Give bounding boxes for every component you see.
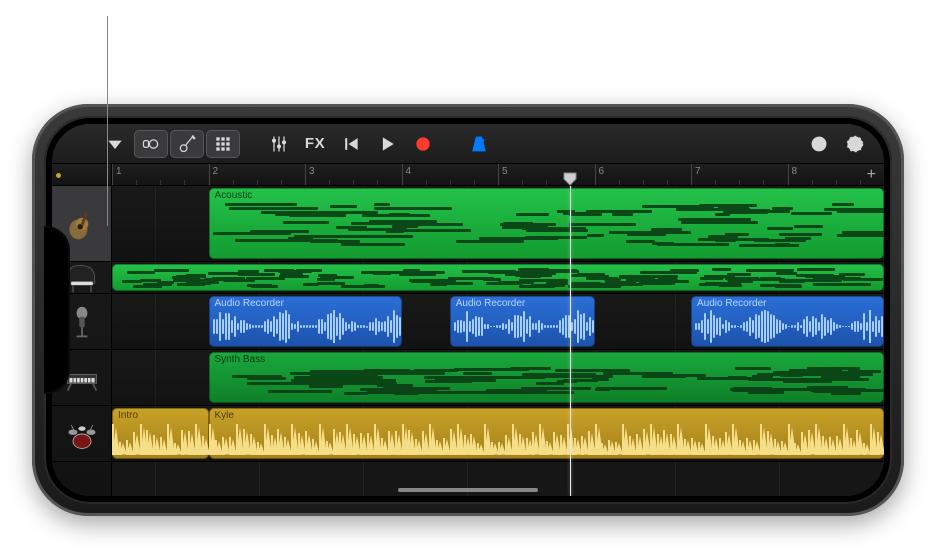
track-lane-grand-piano[interactable] — [112, 262, 884, 294]
callout-line — [107, 16, 108, 226]
metronome-button[interactable] — [462, 130, 496, 158]
track-lane-drum-kit[interactable]: Intro Kyle — [112, 406, 884, 462]
region-label: Audio Recorder — [456, 298, 595, 309]
ruler-bar-7: 7 — [691, 164, 701, 185]
fx-label: FX — [305, 135, 325, 152]
region[interactable]: Synth Bass — [209, 352, 885, 403]
region-label: Synth Bass — [215, 354, 885, 365]
browser-button[interactable] — [134, 130, 168, 158]
region[interactable]: Audio Recorder — [209, 296, 402, 347]
track-header-drum-kit[interactable] — [52, 406, 111, 462]
device-notch — [44, 228, 68, 392]
region[interactable] — [112, 264, 884, 291]
track-controls-button[interactable] — [262, 130, 296, 158]
app-screen: FX — [52, 124, 884, 496]
region-label: Intro — [118, 410, 209, 421]
home-indicator[interactable] — [398, 488, 538, 492]
region[interactable]: Kyle — [209, 408, 885, 459]
control-bar: FX — [52, 124, 884, 164]
ruler-bar-6: 6 — [595, 164, 605, 185]
acoustic-guitar-icon — [64, 206, 100, 242]
ruler[interactable]: + 1 2 3 4 5 6 7 8 — [52, 164, 884, 186]
playhead-handle[interactable] — [563, 172, 577, 186]
region-label: Audio Recorder — [215, 298, 402, 309]
ruler-bar-2: 2 — [209, 164, 219, 185]
ruler-bar-5: 5 — [498, 164, 508, 185]
ruler-bar-4: 4 — [402, 164, 412, 185]
tracks-view-button[interactable] — [206, 130, 240, 158]
track-lane-synth-keys[interactable]: Synth Bass — [112, 350, 884, 406]
region[interactable]: Intro — [112, 408, 209, 459]
track-lane-microphone[interactable]: Audio Recorder Audio Recorder Audio Record… — [112, 294, 884, 350]
device-frame: FX — [32, 104, 904, 516]
track-lane-acoustic-guitar[interactable]: Acoustic — [112, 186, 884, 262]
ruler-bar-1: 1 — [112, 164, 122, 185]
record-button[interactable] — [406, 130, 440, 158]
ruler-bar-3: 3 — [305, 164, 315, 185]
play-button[interactable] — [370, 130, 404, 158]
region-label: Kyle — [215, 410, 885, 421]
drum-kit-icon — [64, 416, 100, 452]
tracks-lanes[interactable]: AcousticAudio RecorderAudio RecorderAudi… — [112, 186, 884, 496]
device-bezel: FX — [44, 116, 892, 504]
region[interactable]: Audio Recorder — [450, 296, 595, 347]
region-label: Acoustic — [215, 190, 885, 201]
loop-browser-button[interactable] — [802, 130, 836, 158]
region[interactable]: Audio Recorder — [691, 296, 884, 347]
region-label: Audio Recorder — [697, 298, 884, 309]
ruler-bar-8: 8 — [788, 164, 798, 185]
go-to-beginning-button[interactable] — [334, 130, 368, 158]
add-section-button[interactable]: + — [867, 166, 876, 184]
synth-keys-icon — [64, 360, 100, 396]
my-songs-button[interactable] — [98, 130, 132, 158]
fx-button[interactable]: FX — [298, 130, 332, 158]
settings-button[interactable] — [838, 130, 872, 158]
section-marker[interactable] — [56, 173, 61, 178]
microphone-icon — [64, 304, 100, 340]
grand-piano-icon — [64, 260, 100, 296]
instrument-button[interactable] — [170, 130, 204, 158]
tracks-area: AcousticAudio RecorderAudio RecorderAudi… — [52, 186, 884, 496]
region[interactable]: Acoustic — [209, 188, 885, 259]
